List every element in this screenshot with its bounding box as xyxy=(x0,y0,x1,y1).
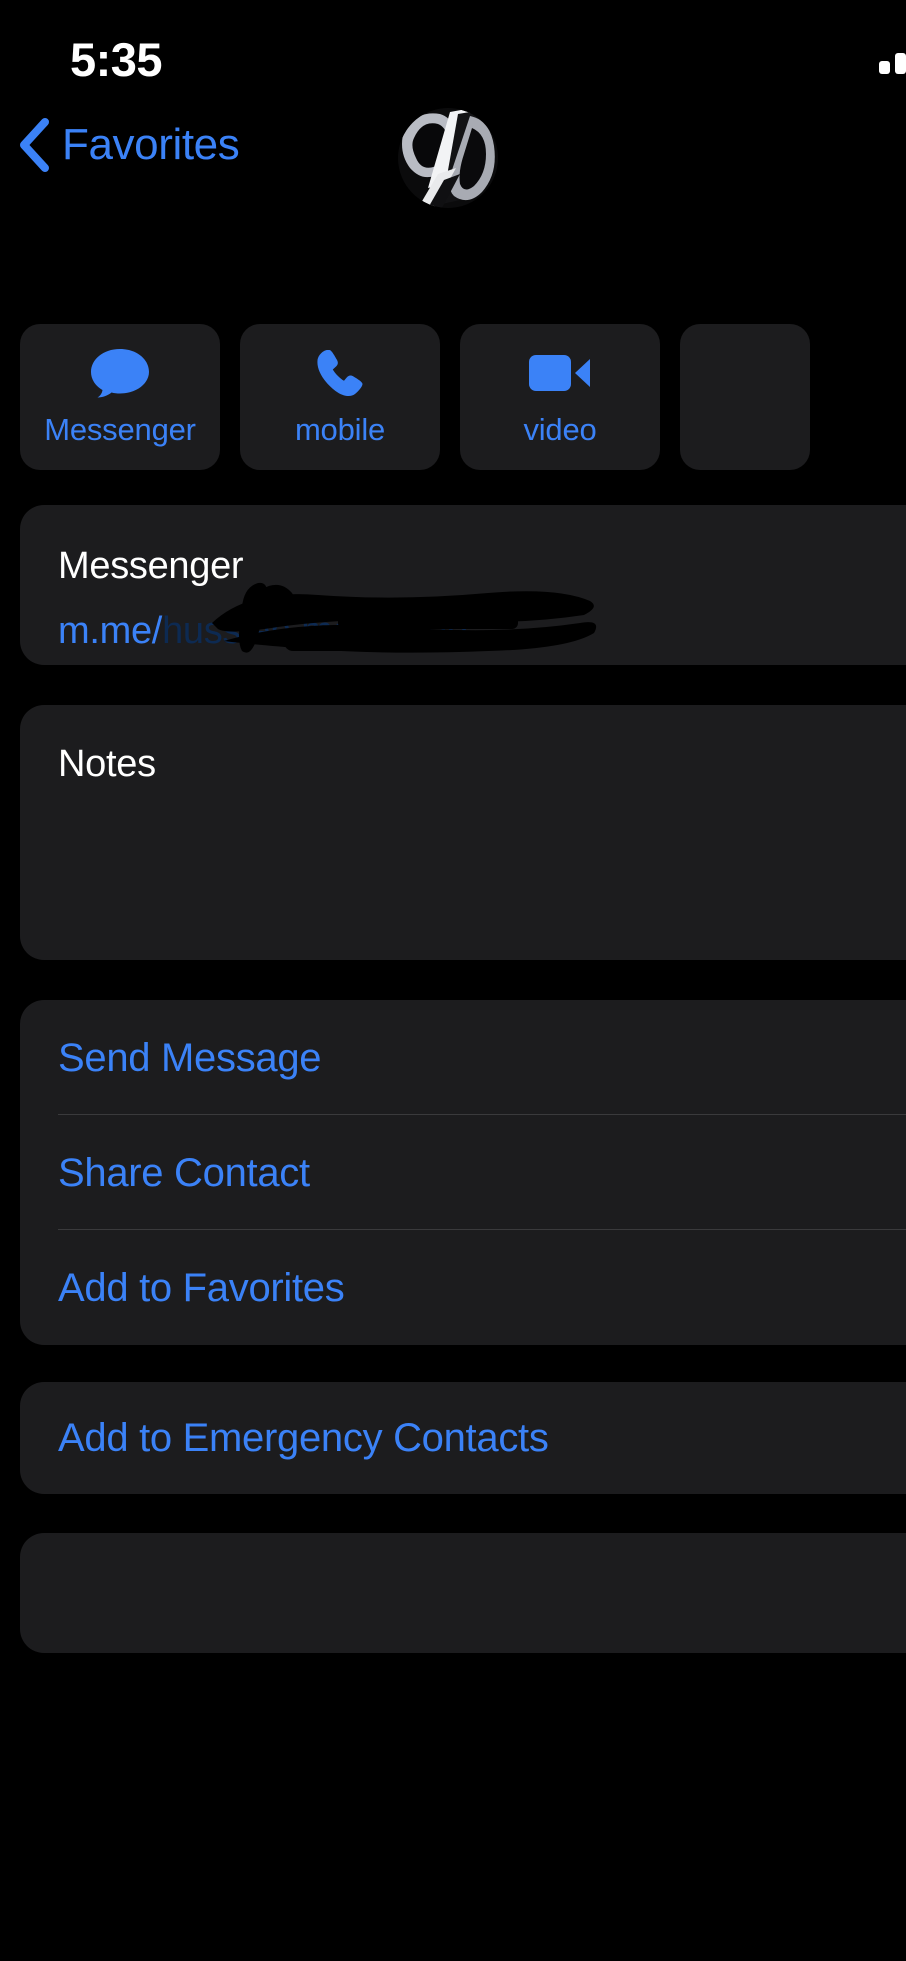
status-bar: 5:35 xyxy=(0,0,906,110)
notes-card-title: Notes xyxy=(58,743,156,785)
phone-handset-icon xyxy=(314,347,366,399)
avatar[interactable] xyxy=(398,108,498,208)
notes-card[interactable]: Notes xyxy=(20,705,906,960)
messenger-card[interactable]: Messenger m.me/hussien.mahmoud xyxy=(20,505,906,665)
quick-action-video[interactable]: video xyxy=(460,324,660,470)
messenger-card-title: Messenger xyxy=(58,545,244,587)
share-contact-label: Share Contact xyxy=(58,1150,310,1195)
quick-action-messenger[interactable]: Messenger xyxy=(20,324,220,470)
quick-action-overflow[interactable] xyxy=(680,324,810,470)
messenger-link-redacted: hussien.mahmoud xyxy=(162,610,469,652)
quick-action-mobile[interactable]: mobile xyxy=(240,324,440,470)
back-button-label: Favorites xyxy=(62,120,240,169)
video-camera-icon xyxy=(528,347,592,399)
quick-action-label: mobile xyxy=(294,412,386,447)
send-message-label: Send Message xyxy=(58,1035,322,1080)
add-to-favorites-button[interactable]: Add to Favorites xyxy=(20,1230,906,1345)
cellular-signal-icon xyxy=(879,48,906,74)
status-bar-time: 5:35 xyxy=(70,33,163,86)
send-message-button[interactable]: Send Message xyxy=(20,1000,906,1115)
contact-avatar-photo xyxy=(398,108,498,208)
contact-detail-screen: 5:35 Favorites Messenger mobile video Me… xyxy=(0,0,906,1961)
quick-action-label: video xyxy=(523,412,597,447)
share-contact-button[interactable]: Share Contact xyxy=(20,1115,906,1230)
contact-actions-list: Send Message Share Contact Add to Favori… xyxy=(20,1000,906,1345)
add-to-favorites-label: Add to Favorites xyxy=(58,1265,345,1310)
signal-bar-2 xyxy=(895,53,906,74)
bottom-partial-card[interactable] xyxy=(20,1533,906,1653)
messenger-link-prefix: m.me/ xyxy=(58,610,163,652)
contact-name xyxy=(0,225,906,273)
messenger-link-row[interactable]: m.me/hussien.mahmoud xyxy=(58,582,906,669)
signal-bar-1 xyxy=(879,61,890,74)
message-bubble-icon xyxy=(89,347,151,399)
messenger-link[interactable]: m.me/hussien.mahmoud xyxy=(58,610,468,652)
quick-actions-row[interactable]: Messenger mobile video xyxy=(20,324,810,470)
chevron-left-icon xyxy=(18,118,50,172)
back-button[interactable]: Favorites xyxy=(18,118,240,172)
add-to-emergency-contacts-label: Add to Emergency Contacts xyxy=(58,1416,549,1460)
quick-action-label: Messenger xyxy=(44,412,196,447)
add-to-emergency-contacts-button[interactable]: Add to Emergency Contacts xyxy=(20,1382,906,1494)
